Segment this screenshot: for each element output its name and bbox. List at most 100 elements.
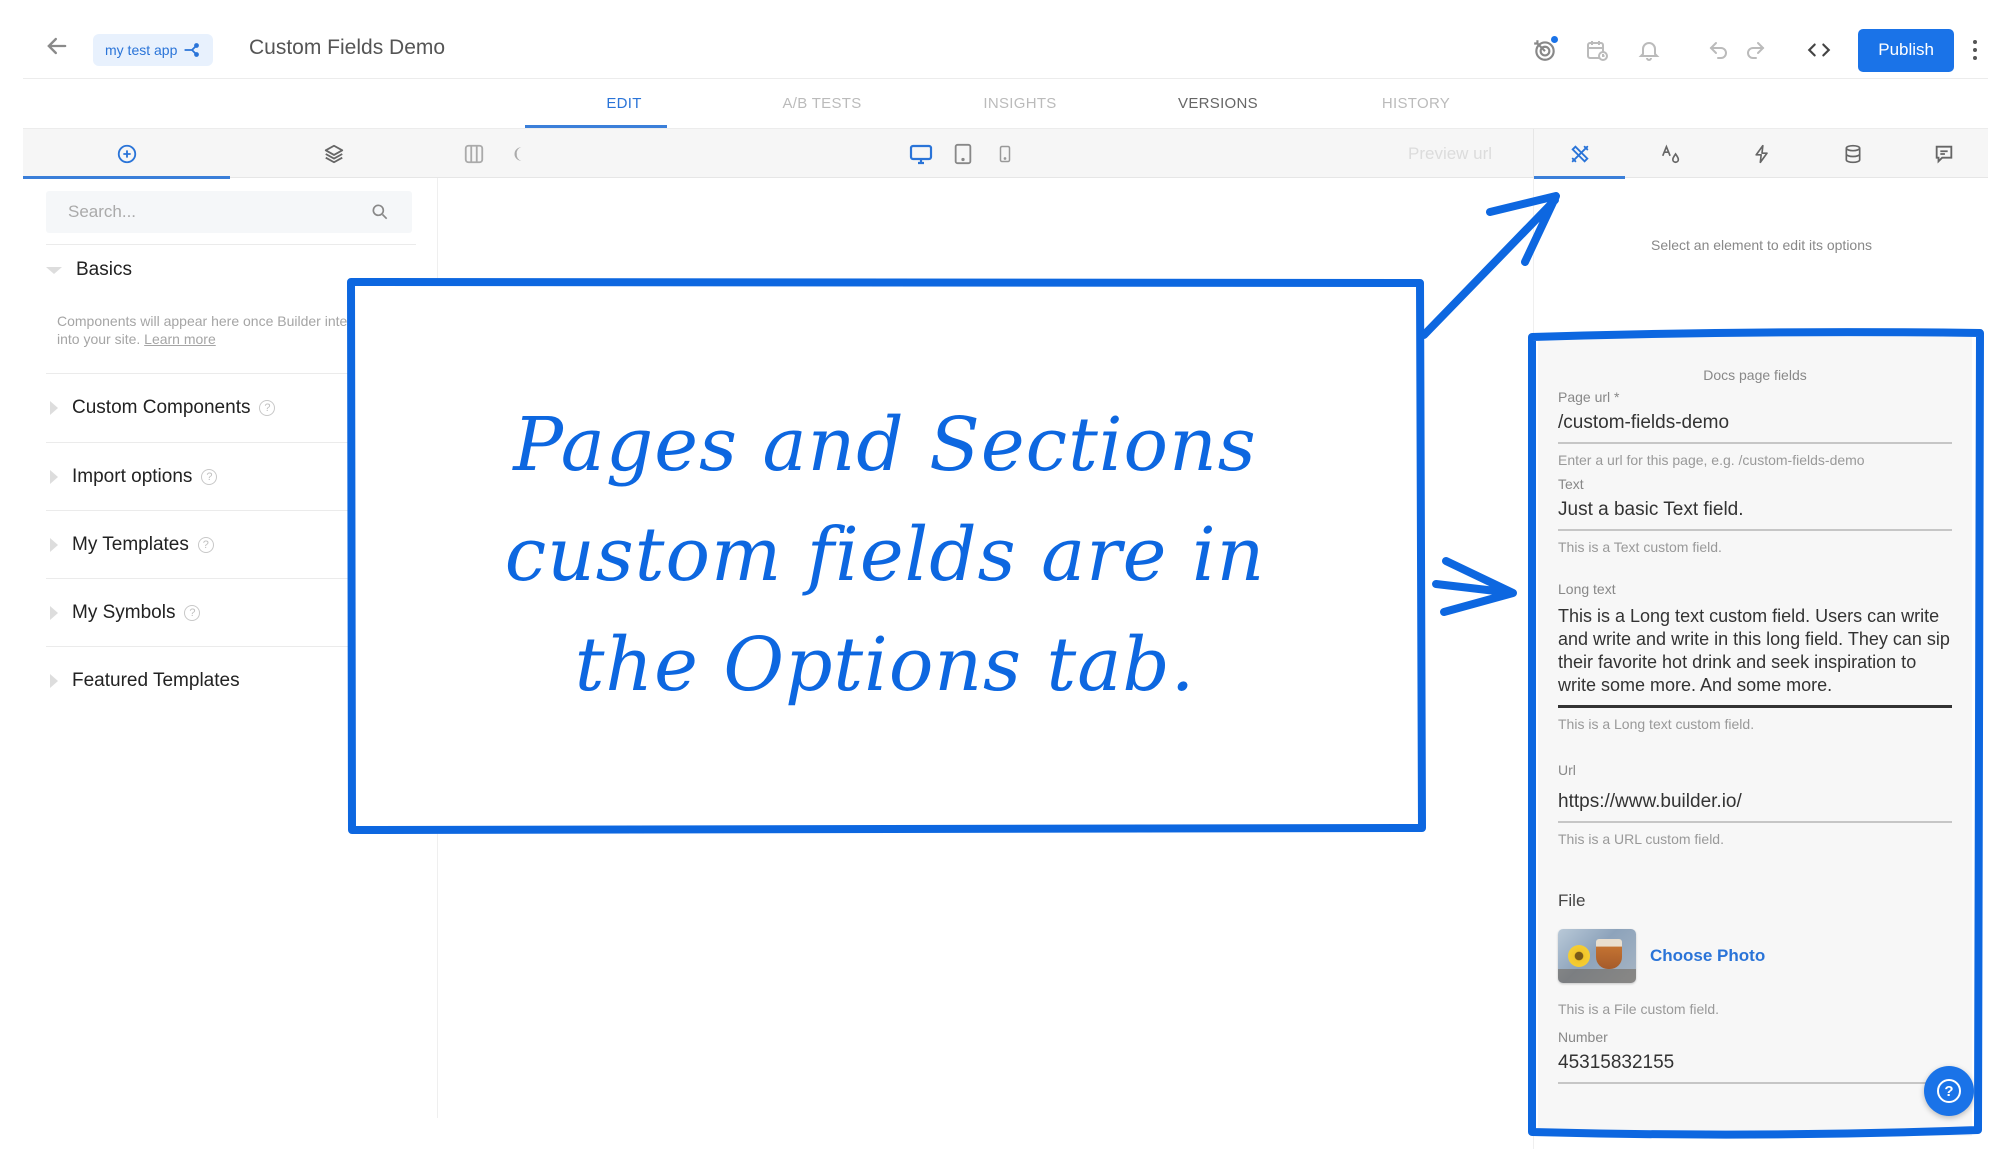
schedule-button[interactable]: [1582, 35, 1612, 65]
callout-line: custom fields are in: [504, 512, 1266, 598]
caret-right-icon: [50, 470, 58, 484]
publish-button[interactable]: Publish: [1858, 28, 1954, 72]
page-url-help: Enter a url for this page, e.g. /custom-…: [1558, 452, 1865, 468]
url-label: Url: [1558, 762, 1576, 778]
long-text-label: Long text: [1558, 581, 1616, 597]
undo-button[interactable]: [1704, 35, 1734, 65]
page-url-input[interactable]: /custom-fields-demo: [1558, 405, 1952, 444]
options-tab-interactions[interactable]: [1716, 129, 1807, 178]
sidebar-tab-insert[interactable]: [23, 129, 230, 179]
arrow-left-icon: [47, 37, 67, 55]
fields-title: Docs page fields: [1703, 367, 1807, 383]
preview-url-input[interactable]: Preview url: [1408, 144, 1492, 164]
tab-history[interactable]: HISTORY: [1317, 80, 1515, 128]
section-label: My Symbols: [72, 602, 176, 623]
dark-mode-toggle[interactable]: [506, 141, 532, 167]
search-input[interactable]: [68, 202, 370, 222]
phone-icon: [999, 145, 1011, 163]
number-input[interactable]: 45315832155: [1558, 1045, 1952, 1084]
plus-circle-icon: [117, 144, 136, 163]
options-panel: Select an element to edit its options Do…: [1533, 178, 1988, 1149]
lightning-icon: [1754, 144, 1768, 163]
url-help: This is a URL custom field.: [1558, 831, 1724, 847]
code-icon: [1807, 43, 1831, 57]
device-desktop[interactable]: [908, 141, 934, 167]
top-header: my test app Custom Fields Demo Publish: [23, 0, 1988, 79]
options-tab-comments[interactable]: [1898, 129, 1989, 178]
choose-photo-button[interactable]: Choose Photo: [1650, 946, 1765, 966]
help-button[interactable]: ?: [1924, 1066, 1974, 1116]
help-icon[interactable]: ?: [259, 400, 276, 416]
help-icon[interactable]: ?: [201, 469, 218, 485]
file-label: File: [1558, 891, 1586, 910]
options-tab-data[interactable]: [1807, 129, 1898, 178]
divider: [46, 244, 416, 245]
app-selector-chip[interactable]: my test app: [93, 34, 214, 66]
layers-icon: [324, 144, 343, 163]
search-field[interactable]: [46, 191, 412, 233]
help-icon[interactable]: ?: [184, 605, 201, 621]
main-tabs: EDIT A/B TESTS INSIGHTS VERSIONS HISTORY: [525, 80, 1515, 128]
header-actions: Publish: [1530, 28, 1988, 72]
text-style-icon: [1661, 143, 1679, 163]
tab-edit[interactable]: EDIT: [525, 80, 723, 128]
question-circle-icon: ?: [1937, 1079, 1961, 1103]
tab-ab-tests[interactable]: A/B TESTS: [723, 80, 921, 128]
learn-more-link[interactable]: Learn more: [144, 331, 216, 347]
tools-icon: [1570, 144, 1589, 163]
callout-text: Pages and Sections custom fields are in …: [360, 390, 1410, 720]
section-label: Import options: [72, 466, 193, 487]
redo-button[interactable]: [1740, 35, 1770, 65]
page-url-label: Page url *: [1558, 389, 1620, 405]
tab-insights[interactable]: INSIGHTS: [921, 80, 1119, 128]
calendar-clock-icon: [1587, 41, 1609, 61]
bell-icon: [1638, 42, 1660, 61]
device-tablet[interactable]: [950, 141, 976, 167]
app-name: my test app: [105, 42, 178, 58]
back-button[interactable]: [43, 32, 71, 60]
sidebar-tab-layers[interactable]: [230, 129, 437, 178]
columns-toggle[interactable]: [461, 141, 487, 167]
section-label: Featured Templates: [72, 670, 240, 691]
options-tab-style[interactable]: [1625, 129, 1716, 178]
tab-versions[interactable]: VERSIONS: [1119, 80, 1317, 128]
editor-toolbar: Preview url: [23, 128, 1989, 179]
long-text-help: This is a Long text custom field.: [1558, 716, 1755, 732]
search-icon: [372, 204, 388, 220]
callout-line: Pages and Sections: [513, 402, 1257, 488]
options-tabs: [1533, 129, 1989, 179]
long-text-input[interactable]: This is a Long text custom field. Users …: [1558, 597, 1952, 708]
section-label: Basics: [76, 259, 132, 280]
file-thumbnail[interactable]: [1558, 929, 1636, 983]
share-nodes-icon: [184, 43, 200, 57]
file-field: Choose Photo: [1558, 929, 1952, 983]
text-input[interactable]: Just a basic Text field.: [1558, 492, 1952, 531]
number-label: Number: [1558, 1029, 1608, 1045]
text-label: Text: [1558, 476, 1584, 492]
more-options-button[interactable]: [1962, 35, 1988, 65]
help-icon[interactable]: ?: [197, 537, 214, 553]
redo-icon: [1747, 42, 1765, 59]
caret-right-icon: [50, 401, 58, 415]
page-fields: Docs page fields Page url * /custom-fiel…: [1538, 336, 1972, 1136]
callout-line: the Options tab.: [574, 622, 1196, 708]
targeting-button[interactable]: [1530, 35, 1560, 65]
section-basics[interactable]: Basics: [46, 246, 416, 294]
options-tab-options[interactable]: [1534, 129, 1625, 179]
section-label: Custom Components: [72, 397, 251, 418]
device-mobile[interactable]: [992, 141, 1018, 167]
comment-icon: [1935, 145, 1952, 164]
section-label: My Templates: [72, 534, 189, 555]
text-help: This is a Text custom field.: [1558, 539, 1722, 555]
code-view-button[interactable]: [1804, 35, 1834, 65]
moon-icon: [514, 147, 522, 161]
more-vertical-icon: [1973, 40, 1977, 44]
database-icon: [1845, 144, 1860, 163]
basics-hint-text: Components will appear here once Builder…: [57, 313, 387, 347]
page-title: Custom Fields Demo: [249, 36, 446, 59]
url-input[interactable]: https://www.builder.io/: [1558, 778, 1952, 823]
notifications-button[interactable]: [1634, 35, 1664, 65]
tablet-icon: [954, 143, 972, 165]
select-element-hint: Select an element to edit its options: [1650, 237, 1873, 253]
caret-down-icon: [46, 266, 62, 274]
